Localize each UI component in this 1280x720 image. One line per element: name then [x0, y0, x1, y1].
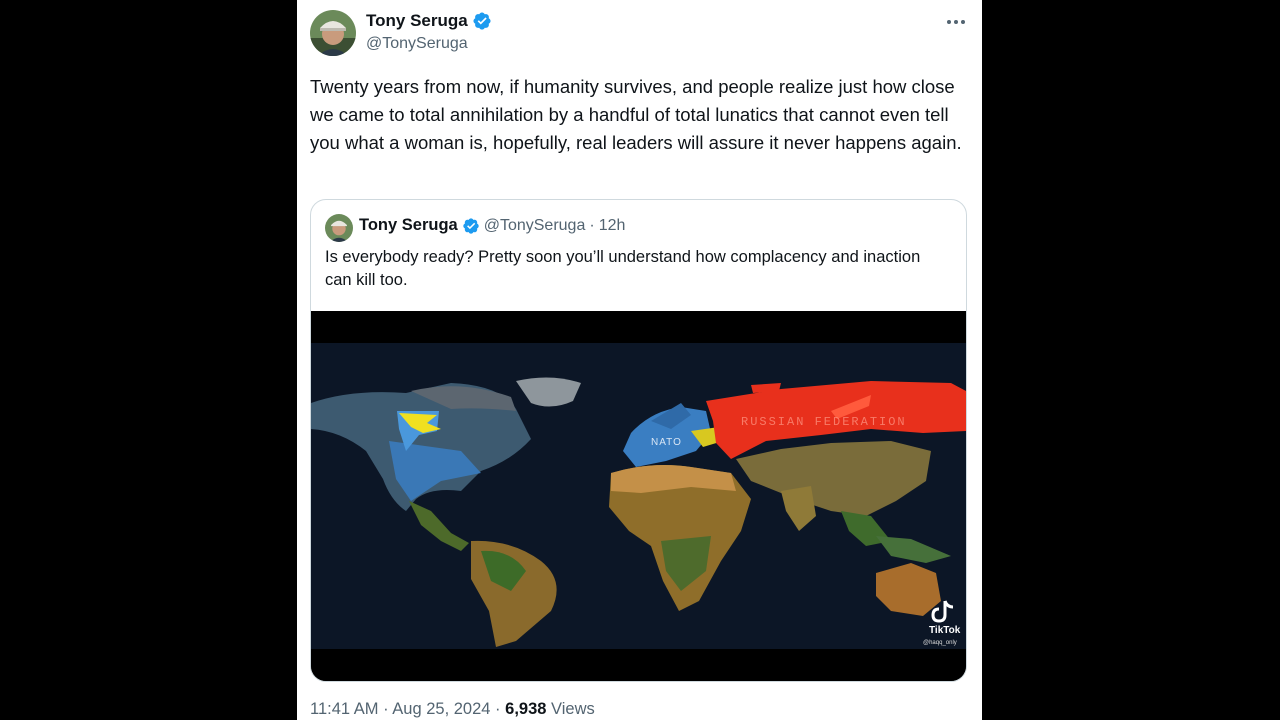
map-label-nato: NATO: [651, 437, 682, 448]
map-label-russia: RUSSIAN FEDERATION: [741, 415, 907, 429]
quoted-tweet[interactable]: Tony Seruga @TonySeruga · 12h Is everybo…: [310, 199, 967, 682]
world-map-image: NATO RUSSIAN FEDERATION TikTok @haqq_onl…: [311, 311, 966, 681]
quoted-header: Tony Seruga @TonySeruga · 12h: [359, 216, 625, 235]
quoted-tweet-text: Is everybody ready? Pretty soon you’ll u…: [325, 248, 921, 289]
quoted-media-video[interactable]: NATO RUSSIAN FEDERATION TikTok @haqq_onl…: [311, 311, 966, 681]
tweet-time[interactable]: 11:41 AM: [310, 700, 379, 718]
quoted-timestamp[interactable]: 12h: [599, 217, 626, 235]
tweet-card: Tony Seruga @TonySeruga Twenty years fro…: [297, 0, 982, 720]
verified-badge-icon: [463, 217, 479, 234]
more-options-icon[interactable]: [946, 12, 966, 32]
views-label: Views: [551, 700, 595, 718]
tweet-date[interactable]: Aug 25, 2024: [392, 700, 490, 718]
author-name-row: Tony Seruga: [366, 11, 492, 31]
quoted-author-avatar[interactable]: [325, 214, 353, 242]
verified-badge-icon: [473, 12, 491, 30]
quoted-author-handle[interactable]: @TonySeruga: [484, 217, 586, 235]
author-avatar[interactable]: [310, 10, 356, 56]
separator-dot: ·: [495, 700, 501, 718]
tiktok-watermark: TikTok: [929, 625, 961, 636]
tweet-footer: 11:41 AM · Aug 25, 2024 · 6,938 Views: [310, 700, 595, 719]
separator-dot: ·: [383, 700, 389, 718]
tiktok-handle: @haqq_only: [923, 640, 957, 646]
separator-dot: ·: [589, 216, 595, 234]
tweet-text: Twenty years from now, if humanity survi…: [310, 76, 962, 153]
quoted-author-name[interactable]: Tony Seruga: [359, 216, 458, 235]
author-name[interactable]: Tony Seruga: [366, 11, 468, 31]
author-handle[interactable]: @TonySeruga: [366, 35, 468, 53]
views-count: 6,938: [505, 700, 547, 718]
